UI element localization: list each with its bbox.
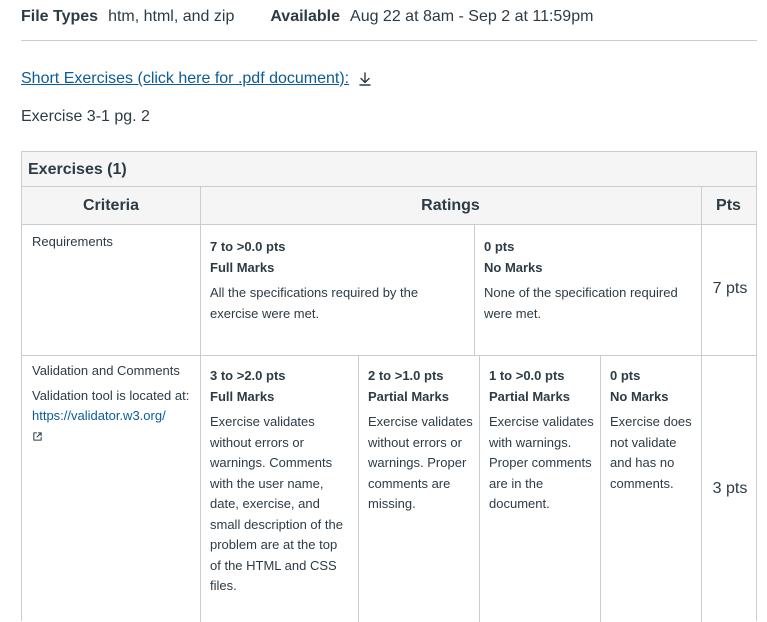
short-exercises-line: Short Exercises (click here for .pdf doc… (21, 70, 373, 88)
col-divider (200, 187, 201, 622)
available-value: Aug 22 at 8am - Sep 2 at 11:59pm (350, 8, 594, 25)
criterion-description: Validation tool is located at: (32, 387, 190, 403)
rating-label: Partial Marks (489, 388, 570, 404)
rating-points: 2 to >1.0 pts (368, 368, 444, 383)
available-label: Available (270, 8, 341, 25)
rating-description: Exercise validates without errors or war… (368, 414, 473, 511)
rating-divider (474, 225, 475, 355)
rating-description: All the specifications required by the e… (210, 285, 419, 321)
rating-description: None of the specification required were … (484, 285, 678, 321)
rating-cell[interactable]: 7 to >0.0 pts Full Marks All the specifi… (210, 237, 460, 324)
rating-cell[interactable]: 0 pts No Marks Exercise does not validat… (610, 366, 696, 494)
divider (21, 40, 757, 41)
rating-points: 1 to >0.0 pts (489, 368, 565, 383)
rating-description: Exercise does not validate and has no co… (610, 414, 692, 491)
rating-points: 0 pts (484, 239, 515, 254)
rating-label: Full Marks (210, 259, 275, 275)
rating-label: No Marks (610, 388, 669, 404)
assignment-meta: File Types htm, html, and zip Available … (21, 6, 593, 28)
rating-points: 7 to >0.0 pts (210, 239, 286, 254)
rating-cell[interactable]: 0 pts No Marks None of the specification… (484, 237, 696, 324)
criteria-header: Criteria (22, 187, 200, 225)
rating-cell[interactable]: 2 to >1.0 pts Partial Marks Exercise val… (368, 366, 473, 515)
rating-divider (479, 355, 480, 622)
row-divider (22, 355, 756, 356)
validator-link[interactable]: https://validator.w3.org/ (32, 408, 166, 423)
criterion-cell: Validation and Comments Validation tool … (32, 361, 197, 448)
rating-points: 3 to >2.0 pts (210, 368, 286, 383)
pts-header: Pts (701, 187, 756, 225)
file-types-label: File Types (21, 8, 99, 25)
rating-points: 0 pts (610, 368, 641, 383)
ratings-header: Ratings (200, 187, 701, 225)
external-link-icon[interactable] (32, 431, 43, 442)
rating-label: Full Marks (210, 388, 275, 404)
rating-divider (358, 355, 359, 622)
file-types-value: htm, html, and zip (108, 8, 235, 25)
row-points: 3 pts (712, 480, 748, 497)
rating-description: Exercise validates without errors or war… (210, 414, 343, 593)
criterion-name: Validation and Comments (32, 363, 180, 378)
download-icon[interactable] (357, 71, 373, 87)
col-divider (701, 187, 702, 622)
rubric-title: Exercises (1) (22, 152, 756, 187)
rating-divider (600, 355, 601, 622)
rating-cell[interactable]: 3 to >2.0 pts Full Marks Exercise valida… (210, 366, 350, 597)
rubric-table: Exercises (1) Criteria Ratings Pts Requi… (21, 151, 757, 622)
row-points: 7 pts (712, 280, 748, 297)
rating-description: Exercise validates with warnings. Proper… (489, 414, 594, 511)
short-exercises-link[interactable]: Short Exercises (click here for .pdf doc… (21, 70, 349, 88)
rating-label: No Marks (484, 259, 543, 275)
exercise-reference: Exercise 3-1 pg. 2 (21, 108, 150, 125)
rating-cell[interactable]: 1 to >0.0 pts Partial Marks Exercise val… (489, 366, 596, 515)
criterion-name: Requirements (32, 234, 113, 249)
rating-label: Partial Marks (368, 388, 449, 404)
